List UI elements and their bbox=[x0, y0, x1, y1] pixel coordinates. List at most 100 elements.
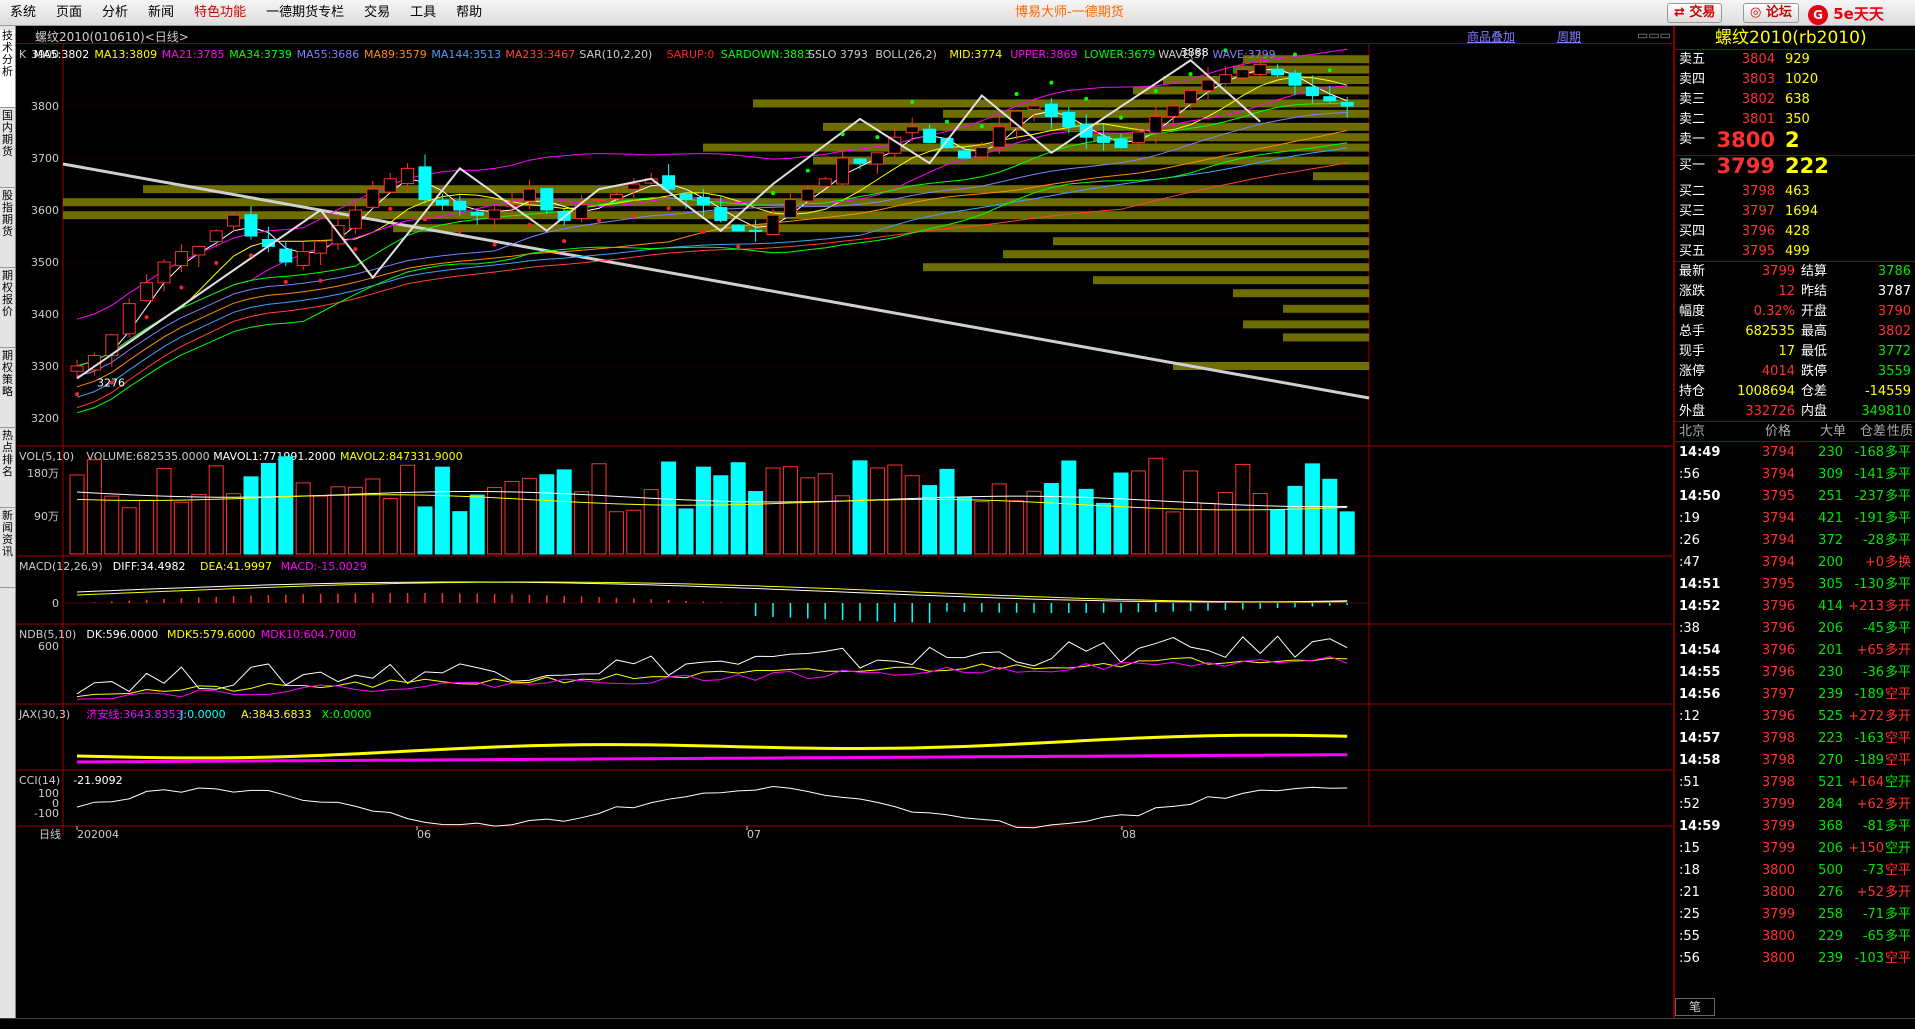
volume-bar bbox=[1270, 509, 1286, 555]
tick-oi-change: -189 bbox=[1854, 753, 1884, 768]
tick-time: 14:50 bbox=[1679, 489, 1721, 504]
tick-time: :47 bbox=[1679, 555, 1700, 570]
tick-time: :56 bbox=[1679, 467, 1700, 482]
volume-bar bbox=[1200, 502, 1216, 555]
ask-volume: 2 bbox=[1785, 128, 1800, 152]
sar-dot bbox=[1293, 52, 1297, 57]
price-indicator-item: UPPER:3869 bbox=[1010, 48, 1077, 61]
menu-item-4[interactable]: 特色功能 bbox=[184, 0, 256, 26]
bid-row: 买一 3799 222 bbox=[1675, 156, 1915, 182]
volume-profile-bar bbox=[1053, 237, 1369, 246]
overlay-link[interactable]: 商品叠加 bbox=[1467, 28, 1515, 45]
tick-row: :56 3800 239 -103 空平 bbox=[1675, 948, 1915, 970]
menu-item-6[interactable]: 交易 bbox=[354, 0, 400, 26]
price-indicator-item: MA89:3579 bbox=[364, 48, 427, 61]
volume-bar bbox=[173, 501, 189, 555]
vol-tick-label: 90万 bbox=[34, 510, 59, 523]
left-tab-5[interactable]: 热点排名 bbox=[0, 430, 15, 508]
trade-button[interactable]: ⇄ 交易 bbox=[1667, 3, 1723, 23]
kline-chart[interactable]: 3900380037003600350034003300320038883276… bbox=[17, 44, 1672, 1018]
price-indicator-item: MA21:3785 bbox=[162, 48, 225, 61]
left-tab-3[interactable]: 期权报价 bbox=[0, 270, 15, 348]
stat-label: 仓差 bbox=[1801, 384, 1828, 399]
sar-dot bbox=[910, 99, 915, 104]
tick-nature: 多平 bbox=[1885, 621, 1912, 636]
tick-nature: 多开 bbox=[1885, 709, 1912, 724]
tick-oi-change: -65 bbox=[1862, 929, 1884, 944]
tick-oi-change: -28 bbox=[1862, 533, 1884, 548]
volume-bar bbox=[643, 489, 659, 555]
candle-body bbox=[905, 126, 919, 134]
volume-bar bbox=[156, 467, 172, 555]
left-tab-1[interactable]: 国内期货 bbox=[0, 110, 15, 188]
volume-profile-bar bbox=[703, 143, 1369, 152]
tick-nature: 多开 bbox=[1885, 599, 1912, 614]
macd-indicator-item: DIFF:34.4982 bbox=[113, 560, 186, 573]
menu-item-3[interactable]: 新闻 bbox=[138, 0, 184, 26]
quote-panel: 螺纹2010(rb2010) 卖五 3804 929 卖四 3803 1020 卖三 3802… bbox=[1673, 26, 1915, 1018]
volume-profile-bar bbox=[1133, 86, 1369, 95]
tick-oi-change: +52 bbox=[1856, 885, 1884, 900]
price-indicator-item: K bbox=[19, 48, 27, 61]
vol-tick-label: 180万 bbox=[27, 467, 59, 480]
candle-body bbox=[366, 188, 380, 208]
left-tab-4[interactable]: 期权策略 bbox=[0, 350, 15, 428]
tick-row: 14:55 3796 230 -36 多平 bbox=[1675, 662, 1915, 684]
tick-time: 14:49 bbox=[1679, 445, 1721, 460]
ask-price: 3801 bbox=[1741, 112, 1775, 127]
tick-price: 3795 bbox=[1761, 577, 1795, 592]
tick-nature: 空平 bbox=[1885, 753, 1912, 768]
tick-row: 14:49 3794 230 -168 多平 bbox=[1675, 442, 1915, 464]
candle-body bbox=[470, 211, 484, 216]
volume-bar bbox=[313, 495, 329, 555]
period-link[interactable]: 周期 bbox=[1557, 28, 1581, 45]
volume-bar bbox=[852, 460, 868, 555]
stat-label: 涨跌 bbox=[1679, 284, 1706, 299]
tick-volume: 230 bbox=[1818, 445, 1843, 460]
tick-oi-change: +213 bbox=[1848, 599, 1884, 614]
detail-tab[interactable]: 笔 bbox=[1675, 998, 1715, 1016]
tick-oi-change: -81 bbox=[1862, 819, 1884, 834]
tick-nature: 多平 bbox=[1885, 511, 1912, 526]
left-tab-0[interactable]: 技术分析 bbox=[0, 30, 15, 108]
volume-bar bbox=[1113, 472, 1129, 555]
sar-dot bbox=[318, 278, 323, 283]
forum-button[interactable]: ◎ 论坛 bbox=[1743, 3, 1799, 23]
volume-bar bbox=[330, 486, 346, 555]
window-buttons[interactable]: ▭▭▭ bbox=[1637, 28, 1671, 42]
bid-row: 买五 3795 499 bbox=[1675, 242, 1915, 262]
tick-nature: 多开 bbox=[1885, 797, 1912, 812]
stat-label: 跌停 bbox=[1801, 364, 1828, 379]
price-indicator-item: MID:3774 bbox=[949, 48, 1002, 61]
sar-dot bbox=[701, 229, 706, 234]
ask-label: 卖三 bbox=[1679, 92, 1706, 107]
sar-dot bbox=[1119, 115, 1123, 120]
left-tab-6[interactable]: 新闻资讯 bbox=[0, 510, 15, 588]
volume-bar bbox=[295, 482, 311, 555]
tick-time: :56 bbox=[1679, 951, 1700, 966]
menu-item-2[interactable]: 分析 bbox=[92, 0, 138, 26]
stat-label: 涨停 bbox=[1679, 364, 1706, 379]
stat-label: 结算 bbox=[1801, 264, 1828, 279]
volume-profile-bar bbox=[143, 185, 1369, 194]
menu-item-1[interactable]: 页面 bbox=[46, 0, 92, 26]
tick-oi-change: -191 bbox=[1854, 511, 1884, 526]
menu-item-0[interactable]: 系统 bbox=[0, 0, 46, 26]
trade-icon: ⇄ bbox=[1674, 5, 1690, 20]
tick-time: 14:58 bbox=[1679, 753, 1721, 768]
tick-volume: 200 bbox=[1818, 555, 1843, 570]
menu-item-7[interactable]: 工具 bbox=[400, 0, 446, 26]
left-tab-2[interactable]: 股指期货 bbox=[0, 190, 15, 268]
tick-oi-change: -141 bbox=[1854, 467, 1884, 482]
sar-dot bbox=[875, 135, 880, 140]
menu-item-8[interactable]: 帮助 bbox=[446, 0, 492, 26]
candle-body bbox=[1323, 96, 1337, 102]
candle-body bbox=[731, 224, 745, 232]
volume-bar bbox=[591, 463, 607, 555]
menu-item-5[interactable]: 一德期货专栏 bbox=[256, 0, 354, 26]
candle-body bbox=[418, 166, 432, 201]
logo-icon: G bbox=[1808, 4, 1828, 25]
cci-indicator-item: -21.9092 bbox=[73, 774, 122, 787]
tick-volume: 201 bbox=[1818, 643, 1843, 658]
volume-bar bbox=[69, 474, 85, 555]
